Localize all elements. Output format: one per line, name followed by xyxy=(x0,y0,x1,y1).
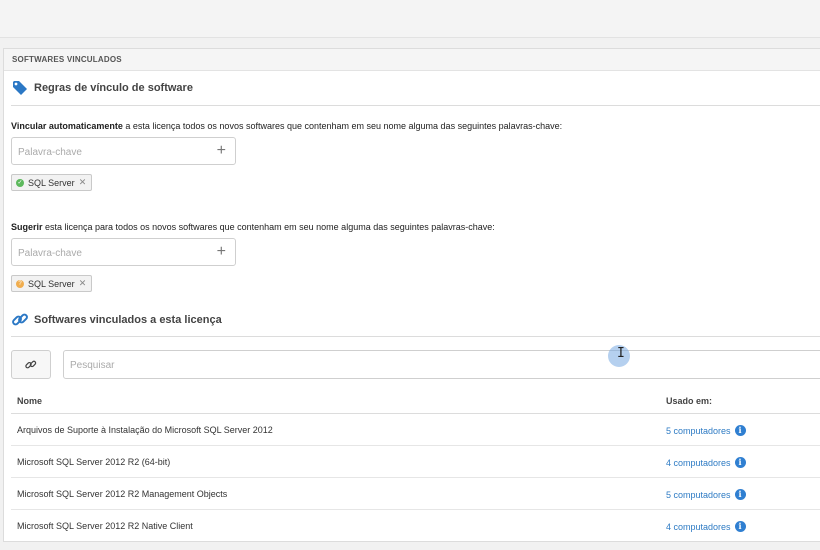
search-field[interactable] xyxy=(63,350,820,379)
suggest-bold: Sugerir xyxy=(11,222,43,232)
link-software-button[interactable] xyxy=(11,350,51,379)
top-bar xyxy=(0,0,820,38)
used-on-text[interactable]: 5 computadores xyxy=(666,490,731,500)
info-icon[interactable]: i xyxy=(734,457,746,468)
plus-icon[interactable]: + xyxy=(217,244,226,260)
search-input[interactable] xyxy=(70,357,570,373)
auto-tag-label: SQL Server xyxy=(28,177,75,188)
used-on-link[interactable]: 4 computadores i xyxy=(666,457,746,468)
column-used: Usado em: xyxy=(666,396,713,406)
check-icon: ✓ xyxy=(16,178,24,187)
info-icon[interactable]: i xyxy=(734,489,746,500)
auto-link-text: a esta licença todos os novos softwares … xyxy=(122,121,563,131)
auto-keyword-field[interactable]: + xyxy=(11,137,236,165)
used-on-link[interactable]: 5 computadores i xyxy=(666,425,746,436)
linked-title-text: Softwares vinculados a esta licença xyxy=(34,314,222,326)
divider xyxy=(11,336,820,337)
software-name: Microsoft SQL Server 2012 R2 Management … xyxy=(17,489,228,499)
link-icon xyxy=(25,360,37,368)
software-name: Microsoft SQL Server 2012 R2 Native Clie… xyxy=(17,521,193,531)
rules-title-text: Regras de vínculo de software xyxy=(34,82,193,94)
software-name: Microsoft SQL Server 2012 R2 (64-bit) xyxy=(17,457,171,467)
column-name: Nome xyxy=(17,396,43,406)
remove-tag-icon[interactable]: ✕ xyxy=(79,278,87,289)
table-row: Microsoft SQL Server 2012 R2 Management … xyxy=(11,478,820,510)
panel-header: SOFTWARES VINCULADOS xyxy=(4,49,820,71)
divider xyxy=(11,105,820,106)
text-cursor-icon: I xyxy=(617,346,625,361)
question-icon: ? xyxy=(16,279,24,288)
tag-icon xyxy=(11,79,29,97)
suggest-keyword-input[interactable] xyxy=(18,245,203,261)
auto-keyword-tag: ✓ SQL Server ✕ xyxy=(11,174,93,191)
auto-link-bold: Vincular automaticamente xyxy=(11,121,123,131)
suggest-description: Sugerir esta licença para todos os novos… xyxy=(11,222,495,232)
auto-keyword-input[interactable] xyxy=(18,144,203,160)
suggest-keyword-tag: ? SQL Server ✕ xyxy=(11,275,93,292)
table-row: Arquivos de Suporte à Instalação do Micr… xyxy=(11,414,820,446)
rules-section-title: Regras de vínculo de software xyxy=(11,79,193,97)
used-on-text[interactable]: 4 computadores xyxy=(666,522,731,532)
link-icon xyxy=(11,311,29,329)
linked-software-panel: SOFTWARES VINCULADOS Regras de vínculo d… xyxy=(3,48,820,542)
table-header: Nome Usado em: xyxy=(11,387,820,414)
info-icon[interactable]: i xyxy=(734,425,746,436)
used-on-text[interactable]: 4 computadores xyxy=(666,458,731,468)
suggest-keyword-field[interactable]: + xyxy=(11,238,236,266)
suggest-tag-label: SQL Server xyxy=(28,278,75,289)
info-icon[interactable]: i xyxy=(734,521,746,532)
auto-link-description: Vincular automaticamente a esta licença … xyxy=(11,121,562,131)
software-name: Arquivos de Suporte à Instalação do Micr… xyxy=(17,425,273,435)
table-row: Microsoft SQL Server 2012 R2 (64-bit) 4 … xyxy=(11,446,820,478)
remove-tag-icon[interactable]: ✕ xyxy=(79,177,87,188)
used-on-link[interactable]: 4 computadores i xyxy=(666,521,746,532)
table-row: Microsoft SQL Server 2012 R2 Native Clie… xyxy=(11,510,820,542)
suggest-text: esta licença para todos os novos softwar… xyxy=(42,222,495,232)
plus-icon[interactable]: + xyxy=(217,143,226,159)
linked-section-title: Softwares vinculados a esta licença xyxy=(11,311,222,329)
used-on-text[interactable]: 5 computadores xyxy=(666,426,731,436)
used-on-link[interactable]: 5 computadores i xyxy=(666,489,746,500)
bottom-strip xyxy=(0,542,820,550)
